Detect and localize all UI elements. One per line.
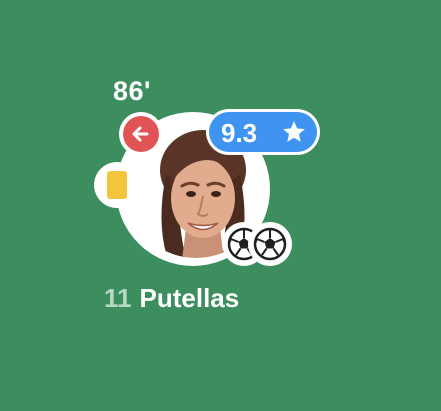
football-icon <box>253 227 287 261</box>
yellow-card-icon <box>107 171 127 199</box>
player-card[interactable]: 86' 9.3 11 Putellas <box>0 0 441 411</box>
rating-badge[interactable]: 9.3 <box>206 109 320 155</box>
player-name: Putellas <box>139 283 240 313</box>
star-icon <box>283 121 305 142</box>
substitution-badge <box>119 112 163 156</box>
substitution-minute: 86' <box>113 76 151 106</box>
yellow-card-badge <box>94 162 140 208</box>
player-label[interactable]: 11 Putellas <box>104 283 239 314</box>
rating-value: 9.3 <box>221 118 258 148</box>
shirt-number: 11 <box>104 283 132 313</box>
goal-badge <box>248 222 292 266</box>
arrow-left-icon <box>132 126 149 142</box>
